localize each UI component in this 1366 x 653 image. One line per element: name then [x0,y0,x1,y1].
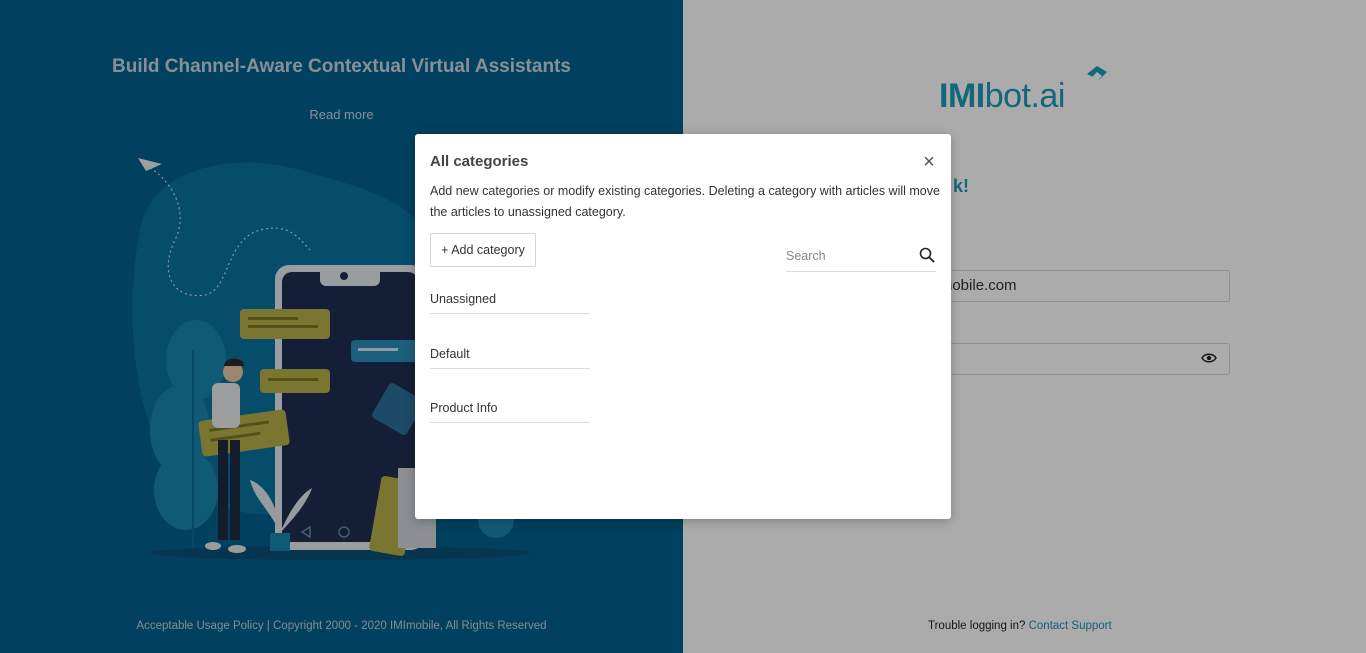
search-box [786,237,936,272]
category-item[interactable]: Product Info [430,398,590,423]
category-item[interactable]: Unassigned [430,289,590,314]
search-icon[interactable] [919,247,935,263]
search-input[interactable] [786,243,906,269]
close-icon[interactable]: × [920,152,938,172]
category-item[interactable]: Default [430,344,590,369]
modal-title: All categories [430,153,529,170]
add-category-button[interactable]: + Add category [430,233,536,267]
categories-modal: All categories × Add new categories or m… [415,134,951,519]
modal-description: Add new categories or modify existing ca… [430,184,940,219]
